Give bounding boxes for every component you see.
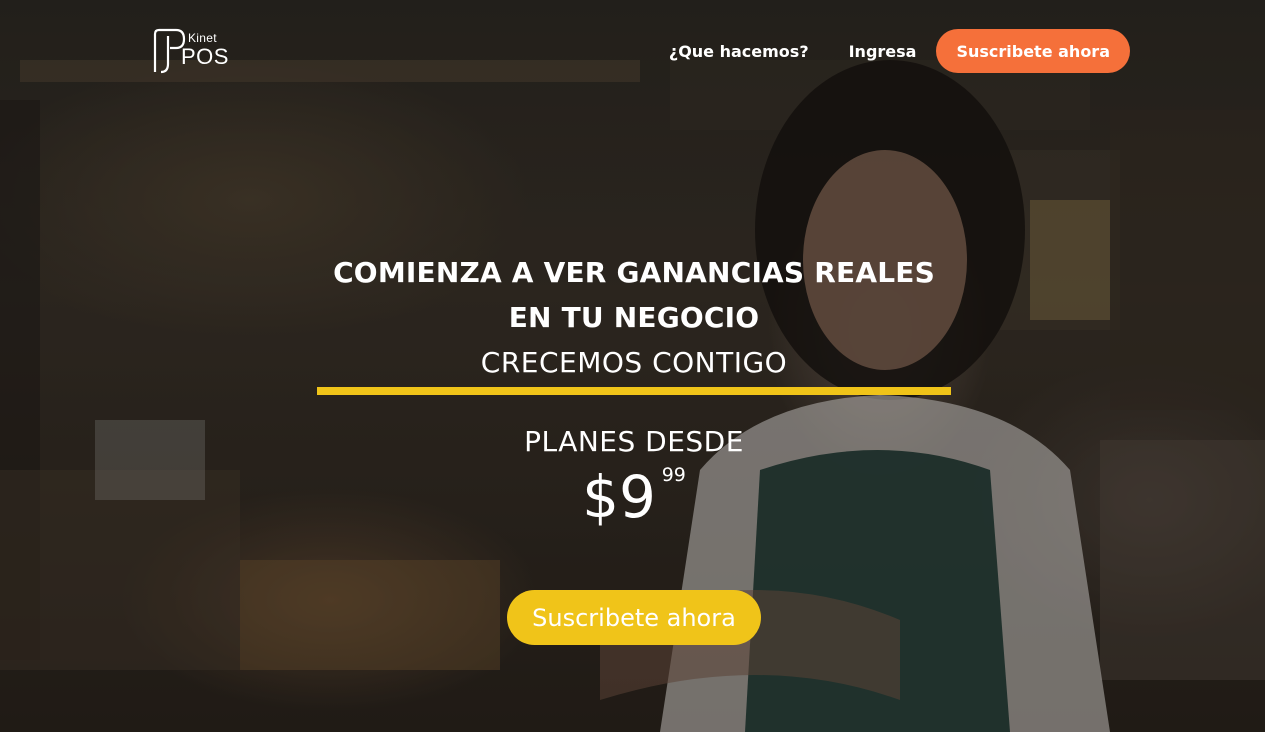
price-main: $9	[582, 463, 656, 531]
nav-subscribe-button[interactable]: Suscribete ahora	[936, 29, 1130, 73]
site-logo[interactable]: Kinet POS	[152, 28, 228, 74]
hero-divider	[317, 387, 951, 395]
main-nav: ¿Que hacemos? Ingresa Suscribete ahora	[669, 29, 1130, 73]
logo-text-pos: POS	[181, 44, 229, 69]
plans-label: PLANES DESDE	[524, 425, 744, 458]
hero-subhead: CRECEMOS CONTIGO	[480, 346, 788, 379]
nav-link-login[interactable]: Ingresa	[849, 42, 917, 61]
logo-text-kinet: Kinet	[188, 31, 217, 45]
hero-subscribe-button[interactable]: Suscribete ahora	[507, 590, 761, 645]
price-cents: 99	[661, 464, 686, 486]
hero-content: COMIENZA A VER GANANCIAS REALES EN TU NE…	[317, 250, 951, 531]
price-display: $9 99	[582, 463, 686, 531]
hero-headline: COMIENZA A VER GANANCIAS REALES EN TU NE…	[333, 256, 935, 334]
hero-section: Kinet POS ¿Que hacemos? Ingresa Suscribe…	[0, 0, 1265, 732]
nav-link-what-we-do[interactable]: ¿Que hacemos?	[669, 42, 809, 61]
site-header: Kinet POS ¿Que hacemos? Ingresa Suscribe…	[0, 0, 1265, 102]
